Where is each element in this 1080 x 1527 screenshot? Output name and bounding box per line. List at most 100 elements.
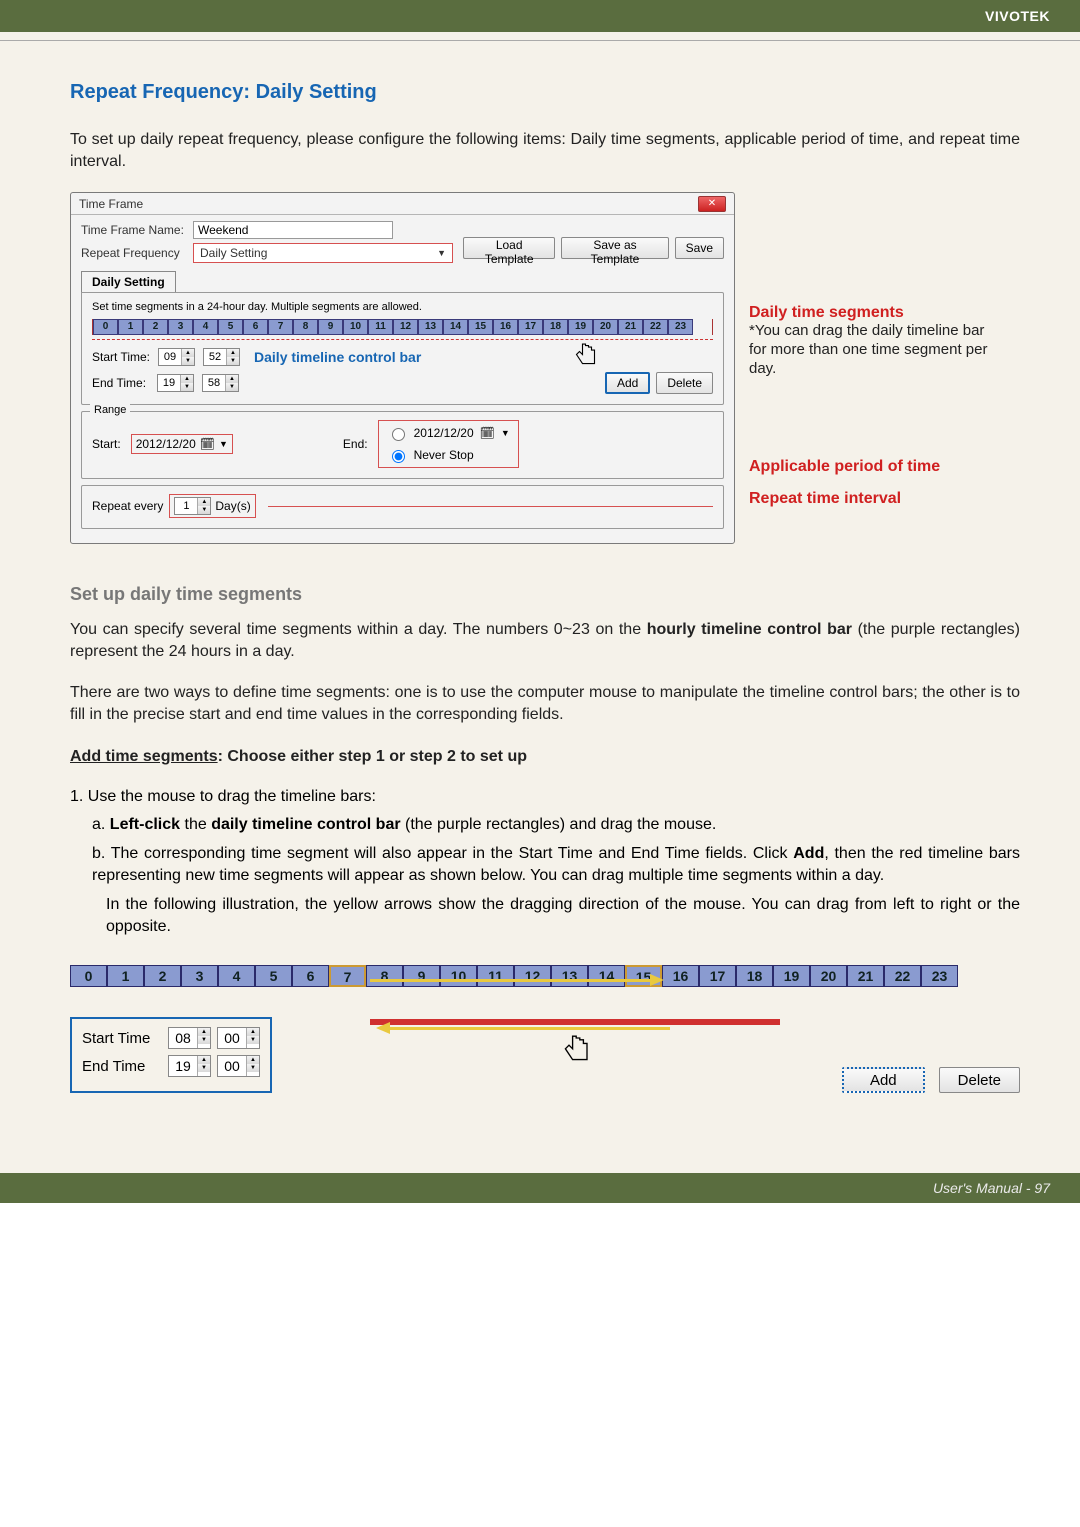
hour-cell[interactable]: 7	[268, 319, 293, 335]
repeat-frequency-dropdown[interactable]: Daily Setting ▼	[193, 243, 453, 263]
hour-cell[interactable]: 7	[329, 965, 366, 987]
hour-cell[interactable]: 22	[884, 965, 921, 987]
start-mm-stepper[interactable]: ▲▼	[203, 348, 240, 366]
close-icon[interactable]: ✕	[698, 196, 726, 212]
hour-cell[interactable]: 8	[366, 965, 403, 987]
hour-cell[interactable]: 16	[493, 319, 518, 335]
hour-cell[interactable]: 1	[107, 965, 144, 987]
hour-cell[interactable]: 20	[593, 319, 618, 335]
hour-cell[interactable]: 17	[518, 319, 543, 335]
big-start-mm-stepper[interactable]: ▲▼	[217, 1027, 260, 1049]
chevron-down-icon[interactable]: ▼	[226, 383, 238, 391]
hour-cell[interactable]: 0	[70, 965, 107, 987]
add-segment-button[interactable]: Add	[605, 372, 650, 394]
chevron-up-icon[interactable]: ▲	[227, 349, 239, 357]
hour-cell[interactable]: 18	[736, 965, 773, 987]
hour-cell[interactable]: 16	[662, 965, 699, 987]
delete-button[interactable]: Delete	[939, 1067, 1020, 1093]
chevron-up-icon[interactable]: ▲	[182, 349, 194, 357]
hour-cell[interactable]: 21	[618, 319, 643, 335]
hour-cell[interactable]: 12	[514, 965, 551, 987]
hour-cell[interactable]: 5	[255, 965, 292, 987]
big-end-hh-stepper[interactable]: ▲▼	[168, 1055, 211, 1077]
hour-cell[interactable]: 9	[403, 965, 440, 987]
hour-cell[interactable]: 20	[810, 965, 847, 987]
chevron-up-icon[interactable]: ▲	[181, 375, 193, 383]
big-start-hh-stepper[interactable]: ▲▼	[168, 1027, 211, 1049]
hour-cell[interactable]: 4	[193, 319, 218, 335]
chevron-down-icon[interactable]: ▼	[247, 1064, 259, 1072]
hour-cell[interactable]: 10	[343, 319, 368, 335]
chevron-up-icon[interactable]: ▲	[198, 1056, 210, 1064]
daily-setting-tab[interactable]: Daily Setting	[81, 271, 176, 292]
hour-cell[interactable]: 13	[551, 965, 588, 987]
hour-cell[interactable]: 9	[318, 319, 343, 335]
chevron-up-icon[interactable]: ▲	[247, 1056, 259, 1064]
hour-cell[interactable]: 15	[468, 319, 493, 335]
hour-cell[interactable]: 21	[847, 965, 884, 987]
chevron-up-icon[interactable]: ▲	[226, 375, 238, 383]
hour-cell[interactable]: 6	[243, 319, 268, 335]
time-frame-name-input[interactable]	[193, 221, 393, 239]
hour-cell[interactable]: 3	[168, 319, 193, 335]
hour-cell[interactable]: 2	[144, 965, 181, 987]
hour-cell[interactable]: 3	[181, 965, 218, 987]
callout-line	[268, 506, 713, 507]
hour-cell[interactable]: 2	[143, 319, 168, 335]
chevron-down-icon[interactable]: ▼	[247, 1036, 259, 1044]
daily-timeline-bar[interactable]: 01234567891011121314151617181920212223	[92, 319, 713, 335]
hour-cell[interactable]: 6	[292, 965, 329, 987]
start-hh-stepper[interactable]: ▲▼	[158, 348, 195, 366]
end-date-option[interactable]: 2012/12/20 🗓 ▼	[387, 425, 510, 441]
big-end-mm-stepper[interactable]: ▲▼	[217, 1055, 260, 1077]
delete-segment-button[interactable]: Delete	[656, 372, 713, 394]
add-button[interactable]: Add	[842, 1067, 925, 1093]
chevron-down-icon[interactable]: ▼	[198, 506, 210, 514]
chevron-down-icon[interactable]: ▼	[182, 357, 194, 365]
hour-cell[interactable]: 11	[368, 319, 393, 335]
chevron-up-icon[interactable]: ▲	[198, 1028, 210, 1036]
hour-cell[interactable]: 14	[443, 319, 468, 335]
freq-label: Repeat Frequency	[81, 246, 193, 260]
hour-cell[interactable]: 14	[588, 965, 625, 987]
save-button[interactable]: Save	[675, 237, 724, 259]
range-start-date-picker[interactable]: 2012/12/20 🗓 ▼	[131, 434, 233, 454]
never-stop-option[interactable]: Never Stop	[387, 447, 474, 463]
step-1b: b. The corresponding time segment will a…	[92, 843, 1020, 886]
end-hh-stepper[interactable]: ▲▼	[157, 374, 194, 392]
hour-cell[interactable]: 8	[293, 319, 318, 335]
annotation-column: Daily time segments *You can drag the da…	[745, 192, 1005, 544]
yellow-right-arrow	[370, 979, 650, 982]
chevron-down-icon[interactable]: ▼	[198, 1036, 210, 1044]
repeat-value-stepper[interactable]: ▲▼	[174, 497, 211, 515]
chevron-up-icon[interactable]: ▲	[198, 498, 210, 506]
dialog-title-bar: Time Frame ✕	[71, 193, 734, 215]
load-template-button[interactable]: Load Template	[463, 237, 555, 259]
big-timeline-bar[interactable]: 01234567891011121314151617181920212223	[70, 965, 1020, 987]
hour-cell[interactable]: 13	[418, 319, 443, 335]
hour-cell[interactable]: 23	[921, 965, 958, 987]
hour-cell[interactable]: 1	[118, 319, 143, 335]
never-stop-radio[interactable]	[392, 450, 405, 463]
hour-cell[interactable]: 19	[773, 965, 810, 987]
hour-cell[interactable]: 11	[477, 965, 514, 987]
hour-cell[interactable]: 10	[440, 965, 477, 987]
hour-cell[interactable]: 18	[543, 319, 568, 335]
hour-cell[interactable]: 22	[643, 319, 668, 335]
hour-cell[interactable]: 0	[93, 319, 118, 335]
chevron-down-icon[interactable]: ▼	[181, 383, 193, 391]
hour-cell[interactable]: 17	[699, 965, 736, 987]
end-mm-stepper[interactable]: ▲▼	[202, 374, 239, 392]
never-stop-label: Never Stop	[414, 448, 474, 462]
start-time-label: Start Time:	[92, 350, 150, 364]
hour-cell[interactable]: 23	[668, 319, 693, 335]
chevron-down-icon[interactable]: ▼	[227, 357, 239, 365]
hour-cell[interactable]: 12	[393, 319, 418, 335]
save-as-template-button[interactable]: Save as Template	[561, 237, 668, 259]
hour-cell[interactable]: 5	[218, 319, 243, 335]
chevron-up-icon[interactable]: ▲	[247, 1028, 259, 1036]
chevron-down-icon[interactable]: ▼	[198, 1064, 210, 1072]
hour-cell[interactable]: 19	[568, 319, 593, 335]
hour-cell[interactable]: 4	[218, 965, 255, 987]
end-date-radio[interactable]	[392, 428, 405, 441]
